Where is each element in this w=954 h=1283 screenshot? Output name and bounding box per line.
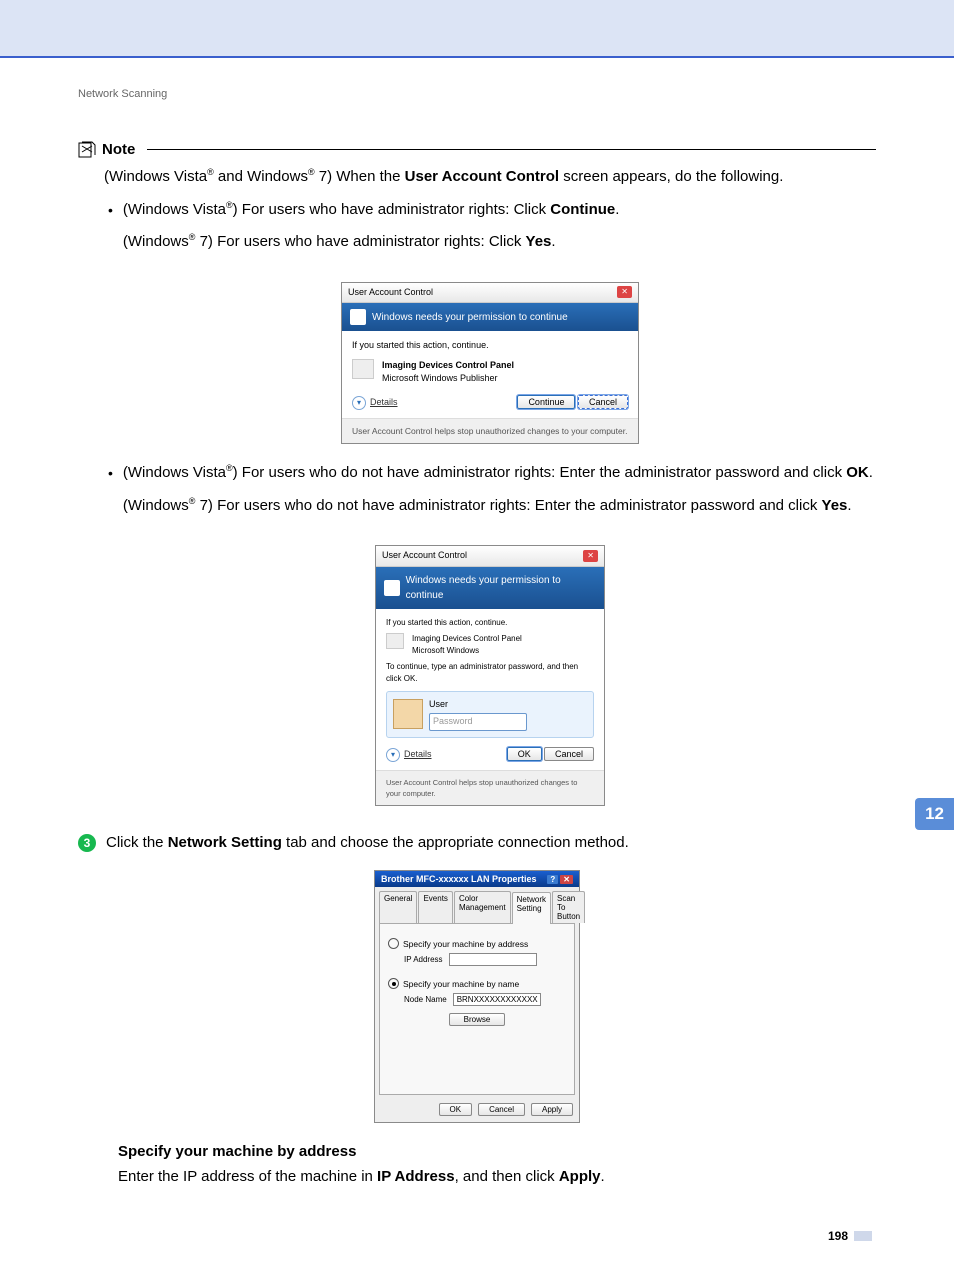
note-icon bbox=[78, 140, 96, 158]
details-expander[interactable]: ▾ Details bbox=[352, 396, 398, 410]
bullet-1-line2: (Windows® 7) For users who have administ… bbox=[123, 231, 876, 254]
dialog-banner: 🛡 Windows needs your permission to conti… bbox=[376, 567, 604, 609]
breadcrumb: Network Scanning bbox=[78, 88, 876, 100]
note-header: Note bbox=[78, 140, 876, 158]
avatar bbox=[393, 699, 423, 729]
section-badge: 12 bbox=[915, 798, 954, 830]
chevron-down-icon: ▾ bbox=[386, 748, 400, 762]
dialog-line1: If you started this action, continue. bbox=[386, 617, 594, 629]
publisher: Microsoft Windows Publisher bbox=[382, 372, 514, 386]
dialog-title: User Account Control bbox=[348, 286, 433, 300]
apply-button[interactable]: Apply bbox=[531, 1103, 573, 1116]
spec-heading: Specify your machine by address bbox=[118, 1143, 876, 1160]
radio-icon bbox=[388, 978, 399, 989]
password-panel: User Password bbox=[386, 691, 594, 738]
browse-button[interactable]: Browse bbox=[449, 1013, 506, 1026]
properties-dialog: Brother MFC-xxxxxx LAN Properties ? ✕ Ge… bbox=[374, 870, 580, 1123]
ok-button[interactable]: OK bbox=[507, 747, 542, 761]
close-icon[interactable]: ✕ bbox=[560, 875, 573, 884]
dialog-footer: User Account Control helps stop unauthor… bbox=[342, 418, 638, 444]
header-bar bbox=[0, 0, 954, 58]
bullet-1: • (Windows Vista®) For users who have ad… bbox=[104, 199, 876, 264]
note-label: Note bbox=[102, 141, 135, 158]
tabs: General Events Color Management Network … bbox=[375, 887, 579, 923]
dialog-title: Brother MFC-xxxxxx LAN Properties bbox=[381, 874, 537, 884]
bullet-2-line1: (Windows Vista®) For users who do not ha… bbox=[123, 462, 876, 485]
radio-by-address[interactable]: Specify your machine by address bbox=[388, 938, 566, 949]
dialog-footer: User Account Control helps stop unauthor… bbox=[376, 770, 604, 806]
tab-scan-to[interactable]: Scan To Button bbox=[552, 891, 585, 923]
password-input[interactable]: Password bbox=[429, 713, 527, 731]
tab-events[interactable]: Events bbox=[418, 891, 452, 923]
bullet-dot: • bbox=[108, 199, 113, 221]
note-divider bbox=[147, 149, 876, 150]
bullet-1-line1: (Windows Vista®) For users who have admi… bbox=[123, 199, 876, 222]
note-body: (Windows Vista® and Windows® 7) When the… bbox=[104, 166, 876, 806]
close-icon[interactable]: ✕ bbox=[617, 286, 632, 298]
dialog-banner: 🛡 Windows needs your permission to conti… bbox=[342, 303, 638, 331]
chevron-down-icon: ▾ bbox=[352, 396, 366, 410]
bullet-2: • (Windows Vista®) For users who do not … bbox=[104, 462, 876, 527]
details-expander[interactable]: ▾ Details bbox=[386, 748, 432, 762]
bullet-dot: • bbox=[108, 462, 113, 484]
spec-body: Enter the IP address of the machine in I… bbox=[118, 1166, 876, 1189]
cancel-button[interactable]: Cancel bbox=[544, 747, 594, 761]
username: User bbox=[429, 698, 587, 712]
radio-icon bbox=[388, 938, 399, 949]
uac-dialog-2: User Account Control ✕ 🛡 Windows needs y… bbox=[375, 545, 605, 806]
page-number: 198 bbox=[78, 1229, 876, 1243]
tab-color[interactable]: Color Management bbox=[454, 891, 511, 923]
program-icon bbox=[352, 359, 374, 379]
bullet-2-line2: (Windows® 7) For users who do not have a… bbox=[123, 495, 876, 518]
step-3-text: Click the Network Setting tab and choose… bbox=[106, 834, 629, 851]
tab-general[interactable]: General bbox=[379, 891, 417, 923]
close-icon[interactable]: ✕ bbox=[583, 550, 598, 562]
node-label: Node Name bbox=[404, 995, 447, 1004]
dialog-titlebar: Brother MFC-xxxxxx LAN Properties ? ✕ bbox=[375, 871, 579, 887]
banner-text: Windows needs your permission to continu… bbox=[372, 310, 568, 325]
publisher: Microsoft Windows bbox=[412, 645, 522, 657]
page-content: Network Scanning Note (Windows Vista® an… bbox=[0, 58, 954, 1283]
dialog-titlebar: User Account Control ✕ bbox=[376, 546, 604, 567]
dialog-titlebar: User Account Control ✕ bbox=[342, 283, 638, 304]
tab-network-setting[interactable]: Network Setting bbox=[512, 892, 551, 924]
banner-text: Windows needs your permission to continu… bbox=[406, 573, 596, 603]
program-name: Imaging Devices Control Panel bbox=[382, 359, 514, 373]
program-name: Imaging Devices Control Panel bbox=[412, 633, 522, 645]
ok-button[interactable]: OK bbox=[439, 1103, 473, 1116]
help-icon[interactable]: ? bbox=[547, 875, 558, 884]
note-intro: (Windows Vista® and Windows® 7) When the… bbox=[104, 166, 876, 189]
step-badge: 3 bbox=[78, 834, 96, 852]
program-icon bbox=[386, 633, 404, 649]
dialog-line1: If you started this action, continue. bbox=[352, 339, 628, 353]
ip-input[interactable] bbox=[449, 953, 537, 966]
uac-dialog-1: User Account Control ✕ 🛡 Windows needs y… bbox=[341, 282, 639, 445]
continue-button[interactable]: Continue bbox=[517, 395, 575, 409]
step-3: 3 Click the Network Setting tab and choo… bbox=[78, 834, 876, 852]
cancel-button[interactable]: Cancel bbox=[578, 395, 628, 409]
node-input[interactable]: BRNXXXXXXXXXXXX bbox=[453, 993, 541, 1006]
ip-label: IP Address bbox=[404, 955, 443, 964]
dialog-title: User Account Control bbox=[382, 549, 467, 563]
dialog-instruction: To continue, type an administrator passw… bbox=[386, 661, 594, 685]
shield-icon: 🛡 bbox=[384, 580, 400, 596]
cancel-button[interactable]: Cancel bbox=[478, 1103, 525, 1116]
shield-icon: 🛡 bbox=[350, 309, 366, 325]
radio-by-name[interactable]: Specify your machine by name bbox=[388, 978, 566, 989]
